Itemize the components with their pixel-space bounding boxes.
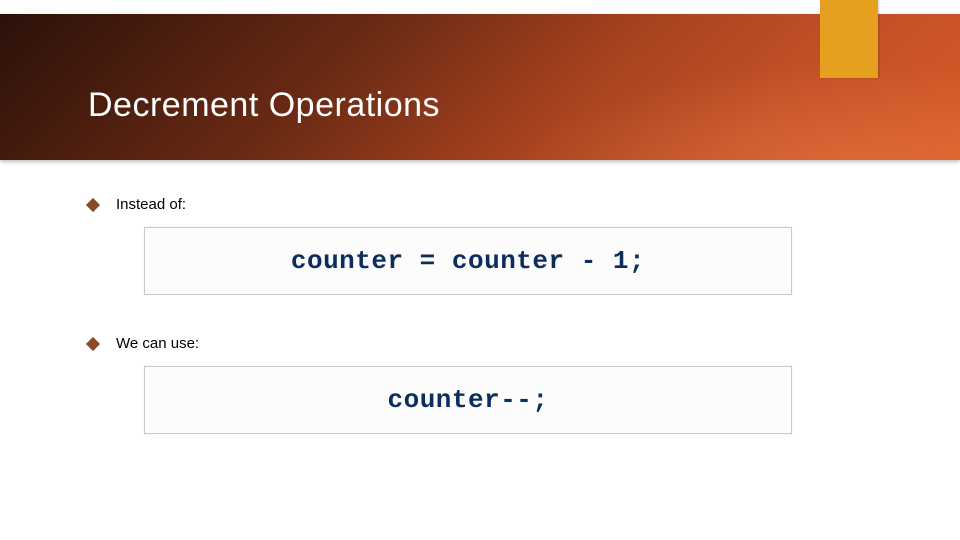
code-text: counter = counter - 1; xyxy=(291,246,645,276)
code-box: counter = counter - 1; xyxy=(144,227,792,295)
diamond-bullet-icon xyxy=(86,197,100,211)
slide-content: Instead of: counter = counter - 1; We ca… xyxy=(88,196,872,434)
diamond-bullet-icon xyxy=(86,336,100,350)
slide: Decrement Operations Instead of: counter… xyxy=(0,0,960,540)
code-text: counter--; xyxy=(387,385,548,415)
bullet-label: Instead of: xyxy=(116,196,186,213)
bullet-label: We can use: xyxy=(116,335,199,352)
bullet-row: We can use: xyxy=(88,335,872,352)
code-box: counter--; xyxy=(144,366,792,434)
accent-tab xyxy=(820,0,878,78)
slide-title: Decrement Operations xyxy=(88,86,440,125)
bullet-row: Instead of: xyxy=(88,196,872,213)
